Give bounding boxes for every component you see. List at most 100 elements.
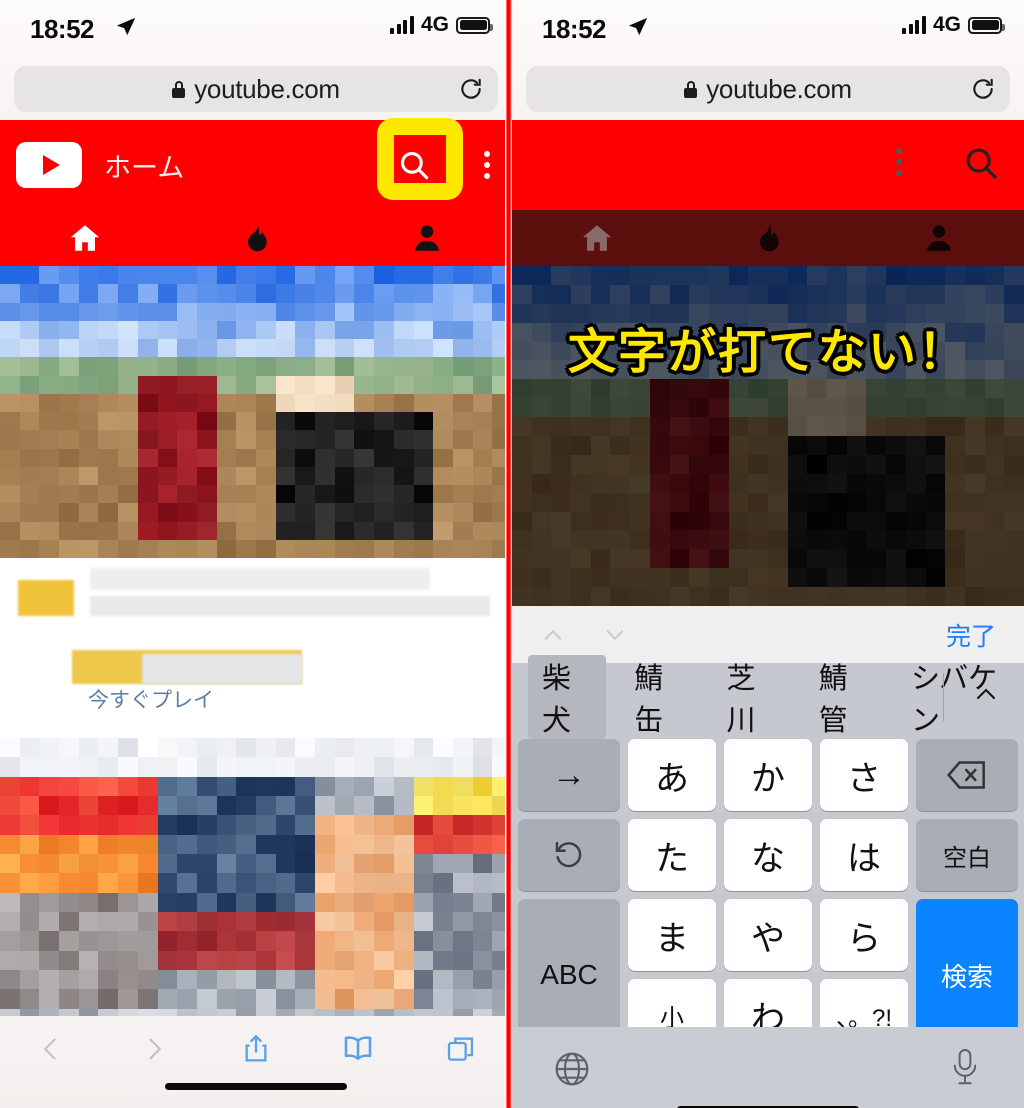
pixel-block <box>0 466 20 485</box>
pixel-block <box>98 393 119 412</box>
pixel-block <box>236 266 256 285</box>
pixel-block <box>39 393 60 412</box>
pixel-block <box>216 339 237 358</box>
suggestion-item[interactable]: 芝川 <box>713 655 791 739</box>
pixel-block <box>295 339 316 358</box>
bookmarks-button[interactable] <box>307 1030 409 1080</box>
key-ta[interactable]: た <box>628 819 716 891</box>
pixel-block <box>374 375 394 394</box>
pixel-block <box>196 834 217 854</box>
search-icon-button-right[interactable] <box>962 144 1000 187</box>
keyboard-done-button[interactable]: 完了 <box>946 617 996 653</box>
sidebar-item-home[interactable] <box>0 210 171 266</box>
pixel-block <box>275 448 296 467</box>
key-ha[interactable]: は <box>820 819 908 891</box>
chevron-down-icon[interactable] <box>600 624 630 646</box>
pixel-block <box>393 989 414 1009</box>
pixel-block <box>413 776 434 796</box>
pixel-block <box>98 776 119 796</box>
safari-url-bar-left[interactable]: youtube.com <box>0 58 512 120</box>
microphone-icon[interactable] <box>948 1045 982 1094</box>
pixel-block <box>295 912 316 932</box>
pixel-block <box>0 375 20 394</box>
pixel-block <box>196 815 217 835</box>
key-na[interactable]: な <box>724 819 812 891</box>
sidebar-item-account[interactable] <box>341 210 512 266</box>
key-a[interactable]: あ <box>628 739 716 811</box>
key-ma[interactable]: ま <box>628 899 716 971</box>
play-now-link[interactable]: 今すぐプレイ <box>88 684 214 714</box>
suggestion-item[interactable]: 柴犬 <box>528 655 607 739</box>
key-ra[interactable]: ら <box>820 899 908 971</box>
sidebar-item-home-right[interactable] <box>512 210 683 266</box>
sidebar-item-account-right[interactable] <box>853 210 1024 266</box>
key-delete[interactable] <box>916 739 1018 811</box>
pixel-block <box>118 815 138 835</box>
url-text-left: youtube.com <box>194 73 340 104</box>
pixel-block <box>413 854 434 874</box>
pixel-block <box>19 892 40 912</box>
reload-icon[interactable] <box>970 76 996 102</box>
pixel-block <box>216 912 237 932</box>
pixel-block <box>295 539 316 558</box>
status-time-right: 18:52 <box>542 14 607 44</box>
promo-card-left[interactable] <box>0 558 512 738</box>
pixel-block <box>59 970 79 990</box>
tabs-button[interactable] <box>410 1030 512 1080</box>
key-space[interactable]: 空白 <box>916 819 1018 891</box>
chevron-up-icon[interactable] <box>538 624 568 646</box>
suggestion-item[interactable]: 鯖缶 <box>620 655 698 739</box>
suggestion-item[interactable]: 鯖管 <box>805 655 883 739</box>
pixel-block <box>393 757 414 777</box>
key-ka[interactable]: か <box>724 739 812 811</box>
key-ya[interactable]: や <box>724 899 812 971</box>
pixel-block <box>413 970 434 990</box>
pixel-block <box>177 539 197 558</box>
search-icon-button[interactable] <box>366 120 462 210</box>
pixel-block <box>137 375 158 394</box>
pixel-block <box>413 430 434 449</box>
url-field-left[interactable]: youtube.com <box>14 66 498 112</box>
pixel-block <box>177 757 197 777</box>
pixel-block <box>236 375 256 394</box>
pixel-block <box>315 931 335 951</box>
video-thumbnail-top-left[interactable] <box>0 266 512 558</box>
suggestion-item[interactable]: シバケン <box>897 655 1024 739</box>
pixel-block <box>137 539 158 558</box>
pixel-block <box>19 357 40 376</box>
pixel-block <box>256 892 276 912</box>
pixel-block <box>118 757 138 777</box>
pixel-block <box>275 302 296 321</box>
pixel-block <box>334 738 355 758</box>
key-sa[interactable]: さ <box>820 739 908 811</box>
more-vertical-icon[interactable] <box>896 148 902 176</box>
pixel-block <box>59 873 79 893</box>
sidebar-item-trending-right[interactable] <box>683 210 854 266</box>
share-button[interactable] <box>205 1030 307 1080</box>
key-arrow-right[interactable]: → <box>518 739 620 811</box>
safari-url-bar-right[interactable]: youtube.com <box>512 58 1024 120</box>
pixel-block <box>157 284 178 303</box>
pixel-block <box>256 931 276 951</box>
pixel-block <box>256 485 276 504</box>
pixel-block <box>0 521 20 540</box>
key-undo[interactable] <box>518 819 620 891</box>
reload-icon[interactable] <box>458 76 484 102</box>
chevron-up-icon[interactable] <box>970 681 1002 714</box>
pixel-block <box>19 302 40 321</box>
pixel-block <box>39 970 60 990</box>
url-field-right[interactable]: youtube.com <box>526 66 1010 112</box>
sidebar-item-trending[interactable] <box>171 210 342 266</box>
pixel-block <box>295 834 316 854</box>
pixel-block <box>334 854 355 874</box>
video-thumbnail-right[interactable]: 文字が打てない！ <box>512 266 1024 606</box>
home-indicator-left <box>165 1083 347 1090</box>
video-thumbnail-bottom-left[interactable] <box>0 738 512 1028</box>
pixel-block <box>256 854 276 874</box>
forward-button[interactable] <box>102 1030 204 1080</box>
pixel-block <box>413 738 434 758</box>
pixel-block <box>157 375 178 394</box>
globe-icon[interactable] <box>552 1049 592 1094</box>
pixel-block <box>433 912 453 932</box>
back-button[interactable] <box>0 1030 102 1080</box>
